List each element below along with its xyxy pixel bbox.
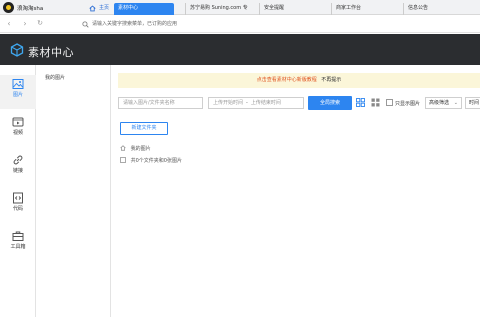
breadcrumb: 我的图片: [120, 145, 151, 152]
address-placeholder: 请输入关键字搜索菜单，已订购的应用: [92, 21, 178, 27]
tutorial-link[interactable]: 点击查看素材中心新版教程: [257, 77, 317, 83]
sidebar-item-links[interactable]: 链接: [0, 151, 36, 185]
app-logo-text: 素材中心: [28, 46, 74, 59]
notice-bar: 点击查看素材中心新版教程 不再提示: [118, 73, 480, 88]
sidebar-item-videos[interactable]: 视频: [0, 113, 36, 147]
search-toolbar: 请输入图片/文件夹名称 上传开始时间 - 上传结束时间 全局搜索 只显示图片 高级筛…: [118, 96, 480, 110]
main-content: 点击查看素材中心新版教程 不再提示 请输入图片/文件夹名称 上传开始时间 - 上传结…: [111, 65, 480, 317]
tab-label: 素材中心: [118, 5, 139, 11]
new-folder-button[interactable]: 新建文件夹: [120, 122, 168, 135]
app-header: 素材中心: [0, 34, 480, 65]
address-search-input[interactable]: 请输入关键字搜索菜单，已订购的应用: [80, 19, 480, 30]
date-end-placeholder: 上传结束时间: [250, 100, 281, 106]
user-avatar[interactable]: [3, 2, 14, 13]
only-images-label: 只显示图片: [395, 101, 421, 107]
sidebar-item-label: 视频: [12, 130, 23, 136]
tab-announcements[interactable]: 信息公告: [403, 3, 480, 15]
toolbox-icon: [12, 231, 24, 241]
global-search-button[interactable]: 全局搜索: [308, 96, 352, 110]
browser-tab-bar: 浪淘淘sha 主页 素材中心 苏宁易购 Suning.com 专 安全提醒 商家…: [0, 0, 480, 15]
chevron-down-icon: ⌄: [453, 100, 458, 106]
date-range-input[interactable]: 上传开始时间 - 上传结束时间: [208, 97, 304, 109]
summary-text: 共0个文件夹和0张图片: [130, 158, 182, 164]
list-view-icon[interactable]: [371, 98, 380, 107]
date-start-placeholder: 上传开始时间: [213, 100, 244, 106]
refresh-icon: ↻: [37, 19, 43, 27]
time-sort-value: 时间: [469, 100, 480, 106]
tab-security-alert[interactable]: 安全提醒: [259, 3, 329, 15]
sidebar-item-images[interactable]: 图片: [0, 75, 36, 109]
tab-label: 苏宁易购 Suning.com 专: [190, 5, 248, 11]
forward-button[interactable]: ›: [20, 18, 30, 29]
tab-label: 信息公告: [408, 5, 429, 11]
sidebar-item-label: 代码: [12, 206, 23, 212]
sidebar: 图片 视频 链接 代码 工具箱: [0, 65, 36, 317]
tab-material-center[interactable]: 素材中心: [114, 3, 174, 15]
browser-nav-bar: ‹ › ↻ 请输入关键字搜索菜单，已订购的应用: [0, 15, 480, 33]
tab-label: 安全提醒: [264, 5, 285, 11]
select-all-checkbox[interactable]: [120, 157, 126, 163]
user-name[interactable]: 浪淘淘sha: [17, 4, 43, 12]
tab-home[interactable]: 主页: [86, 3, 113, 15]
advanced-filter-value: 高级筛选: [429, 100, 450, 106]
tab-label: 商家工作台: [336, 5, 362, 11]
reload-button[interactable]: ↻: [35, 18, 45, 29]
sidebar-item-toolbox[interactable]: 工具箱: [0, 227, 36, 261]
home-icon: [89, 5, 96, 12]
only-images-checkbox[interactable]: [386, 99, 393, 106]
dismiss-notice-link[interactable]: 不再提示: [321, 77, 341, 83]
code-icon: [13, 192, 23, 204]
search-input[interactable]: 请输入图片/文件夹名称: [118, 97, 203, 109]
image-icon: [12, 79, 24, 89]
search-icon: [82, 21, 89, 28]
summary-row: 共0个文件夹和0张图片: [120, 157, 182, 164]
back-button[interactable]: ‹: [4, 18, 14, 29]
sidebar-item-label: 工具箱: [10, 244, 26, 250]
date-separator: -: [246, 100, 248, 106]
tab-suning[interactable]: 苏宁易购 Suning.com 专: [185, 3, 255, 15]
tab-label: 主页: [99, 5, 110, 11]
folder-item-my-images[interactable]: 我的图片: [45, 74, 65, 81]
sidebar-item-label: 链接: [12, 168, 23, 174]
chevron-right-icon: ›: [23, 19, 27, 28]
tab-merchant-workbench[interactable]: 商家工作台: [331, 3, 401, 15]
sidebar-item-label: 图片: [12, 92, 23, 98]
search-placeholder: 请输入图片/文件夹名称: [123, 100, 175, 106]
breadcrumb-current[interactable]: 我的图片: [131, 146, 151, 152]
advanced-filter-select[interactable]: 高级筛选 ⌄: [425, 97, 462, 109]
time-sort-select[interactable]: 时间: [465, 97, 480, 109]
sidebar-item-code[interactable]: 代码: [0, 189, 36, 223]
home-icon[interactable]: [120, 145, 126, 151]
grid-view-icon[interactable]: [356, 98, 365, 107]
cube-logo-icon: [10, 43, 24, 57]
video-icon: [12, 117, 24, 127]
chevron-left-icon: ‹: [7, 19, 11, 28]
link-icon: [13, 155, 23, 165]
folder-panel: 我的图片: [36, 65, 111, 317]
